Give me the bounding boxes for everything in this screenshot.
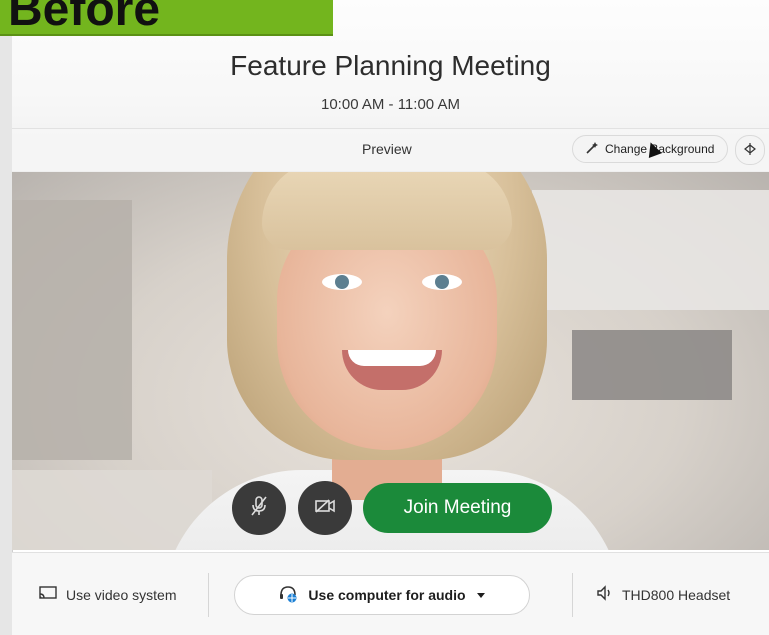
use-computer-audio-dropdown[interactable]: Use computer for audio [234,575,530,615]
background-window [532,190,769,310]
divider [572,573,573,617]
before-banner: Before [0,0,333,36]
before-banner-text: Before [8,0,161,36]
divider [208,573,209,617]
meeting-time: 10:00 AM - 11:00 AM [321,96,460,113]
use-video-system-label: Use video system [66,586,177,603]
background-furniture [572,330,732,400]
meeting-title: Feature Planning Meeting [230,50,551,81]
meeting-preview-window: Feature Planning Meeting 10:00 AM - 11:0… [0,0,769,635]
person-bangs [262,170,512,250]
person-left-eye [322,274,362,290]
background-shelf [12,200,132,460]
magic-wand-icon [585,141,599,158]
headset-selector[interactable]: THD800 Headset [596,585,730,604]
screen-cast-icon [38,585,58,604]
microphone-muted-icon [250,495,268,522]
mute-button[interactable] [232,481,286,535]
more-options-button[interactable] [735,135,765,165]
speaker-icon [596,585,614,604]
stop-video-button[interactable] [298,481,352,535]
headset-label: THD800 Headset [622,586,731,603]
audio-options-bar: Use video system Use computer for audio [12,552,769,635]
audio-option-label: Use computer for audio [308,587,466,603]
person-right-eye [422,274,462,290]
camera-off-icon [314,497,336,520]
preview-label: Preview [362,141,412,157]
caret-down-icon [476,587,486,603]
join-meeting-button[interactable]: Join Meeting [363,483,552,533]
headset-globe-icon [278,585,298,606]
more-options-icon [743,142,757,159]
use-video-system-button[interactable]: Use video system [38,585,176,604]
